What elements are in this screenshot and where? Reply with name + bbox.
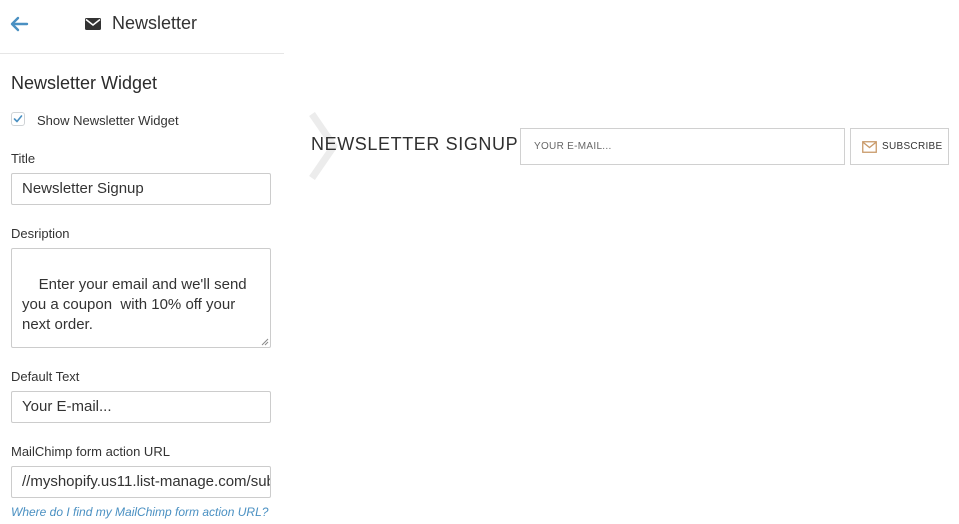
mailchimp-url-label: MailChimp form action URL [11, 444, 170, 459]
preview-email-input[interactable]: YOUR E-MAIL... [520, 128, 845, 165]
resize-grip-icon[interactable] [261, 338, 269, 346]
back-button[interactable] [8, 12, 32, 36]
default-text-label: Default Text [11, 369, 80, 384]
description-label: Desription [11, 226, 70, 241]
show-widget-label[interactable]: Show Newsletter Widget [37, 113, 179, 128]
preview-newsletter-title: NEWSLETTER SIGNUP [311, 134, 519, 154]
default-text-input[interactable]: Your E-mail... [11, 391, 271, 423]
sidebar-header: Newsletter [0, 0, 284, 54]
sidebar-title: Newsletter [112, 13, 198, 33]
checkmark-icon [13, 115, 23, 123]
section-title: Newsletter Widget [11, 73, 158, 93]
envelope-icon [85, 18, 101, 30]
description-text: Enter your email and we'll send you a co… [22, 276, 251, 333]
mailchimp-url-input[interactable]: //myshopify.us11.list-manage.com/subscri… [11, 466, 271, 498]
show-widget-checkbox[interactable] [11, 112, 25, 126]
customizer-sidebar: Newsletter Newsletter Widget Show Newsle… [0, 0, 284, 524]
envelope-outline-icon [862, 141, 877, 153]
arrow-left-icon [10, 16, 29, 32]
subscribe-label: SUBSCRIBE [882, 141, 943, 152]
title-input[interactable]: Newsletter Signup [11, 173, 271, 205]
subscribe-button[interactable]: SUBSCRIBE [850, 128, 949, 165]
description-textarea[interactable]: Enter your email and we'll send you a co… [11, 248, 271, 348]
mailchimp-help-link[interactable]: Where do I find my MailChimp form action… [11, 505, 268, 519]
title-label: Title [11, 151, 36, 166]
